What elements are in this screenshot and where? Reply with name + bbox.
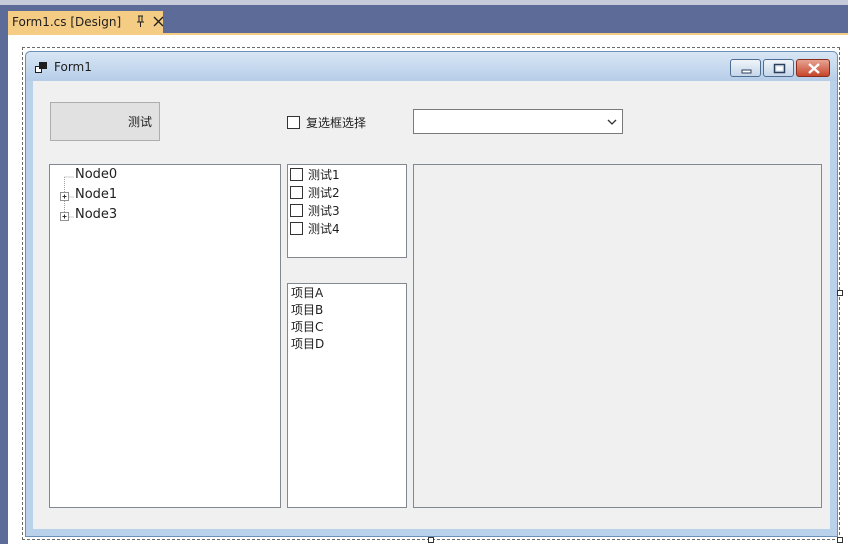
- ide-top-strip: [0, 0, 848, 5]
- tree-node[interactable]: Node3: [75, 206, 117, 224]
- list-item[interactable]: 项目A: [291, 285, 323, 302]
- checkbox-box[interactable]: [287, 116, 300, 129]
- close-icon: [808, 63, 820, 74]
- resize-handle-bottom[interactable]: [428, 537, 434, 543]
- document-tab[interactable]: Form1.cs [Design]: [8, 11, 164, 33]
- document-tab-title: Form1.cs [Design]: [12, 15, 122, 29]
- checked-list-item-label: 测试1: [308, 168, 340, 182]
- checked-list-item[interactable]: 测试4: [290, 220, 340, 237]
- tree-node[interactable]: Node1: [75, 186, 117, 204]
- close-icon[interactable]: [153, 16, 164, 27]
- combo-box[interactable]: [413, 109, 623, 134]
- checkbox-box[interactable]: [290, 222, 303, 235]
- window-close-button[interactable]: [796, 59, 830, 77]
- minimize-icon: [741, 69, 752, 74]
- checkbox-label: 复选框选择: [306, 116, 367, 130]
- form-titlebar[interactable]: Form1: [26, 52, 837, 81]
- checked-list-item[interactable]: 测试3: [290, 202, 340, 219]
- checkbox-box[interactable]: [290, 204, 303, 217]
- test-button[interactable]: 测试: [50, 102, 160, 141]
- form-title: Form1: [54, 60, 92, 74]
- form-icon: [35, 62, 47, 73]
- panel[interactable]: [413, 164, 822, 508]
- list-item[interactable]: 项目C: [291, 319, 323, 336]
- list-item[interactable]: 项目D: [291, 336, 324, 353]
- checked-list-item-label: 测试4: [308, 222, 340, 236]
- pin-icon[interactable]: [136, 15, 146, 28]
- checked-list-item[interactable]: 测试2: [290, 184, 340, 201]
- chevron-down-icon[interactable]: [607, 117, 617, 127]
- checked-list-box[interactable]: 测试1 测试2 测试3 测试4: [287, 164, 407, 258]
- list-item[interactable]: 项目B: [291, 302, 323, 319]
- resize-handle-corner[interactable]: [837, 537, 843, 543]
- checked-list-item[interactable]: 测试1: [290, 166, 340, 183]
- list-box[interactable]: 项目A 项目B 项目C 项目D: [287, 283, 407, 508]
- tree-node[interactable]: Node0: [75, 166, 117, 184]
- resize-handle-right[interactable]: [837, 290, 843, 296]
- maximize-icon: [773, 63, 786, 74]
- checked-list-item-label: 测试2: [308, 186, 340, 200]
- minimize-button[interactable]: [730, 59, 761, 77]
- select-checkbox[interactable]: 复选框选择: [287, 114, 366, 131]
- tree-view[interactable]: Node0 Node1 Node3: [49, 164, 281, 508]
- form-client-area: 测试 复选框选择 Node0 Node1 Node3 测试1 测试2 测试3 测…: [33, 81, 830, 529]
- checkbox-box[interactable]: [290, 186, 303, 199]
- form-window[interactable]: Form1 测试 复选框选择 Node0 Node1 Node3 测试1 测试2…: [25, 51, 838, 537]
- checkbox-box[interactable]: [290, 168, 303, 181]
- checked-list-item-label: 测试3: [308, 204, 340, 218]
- maximize-button[interactable]: [763, 59, 794, 77]
